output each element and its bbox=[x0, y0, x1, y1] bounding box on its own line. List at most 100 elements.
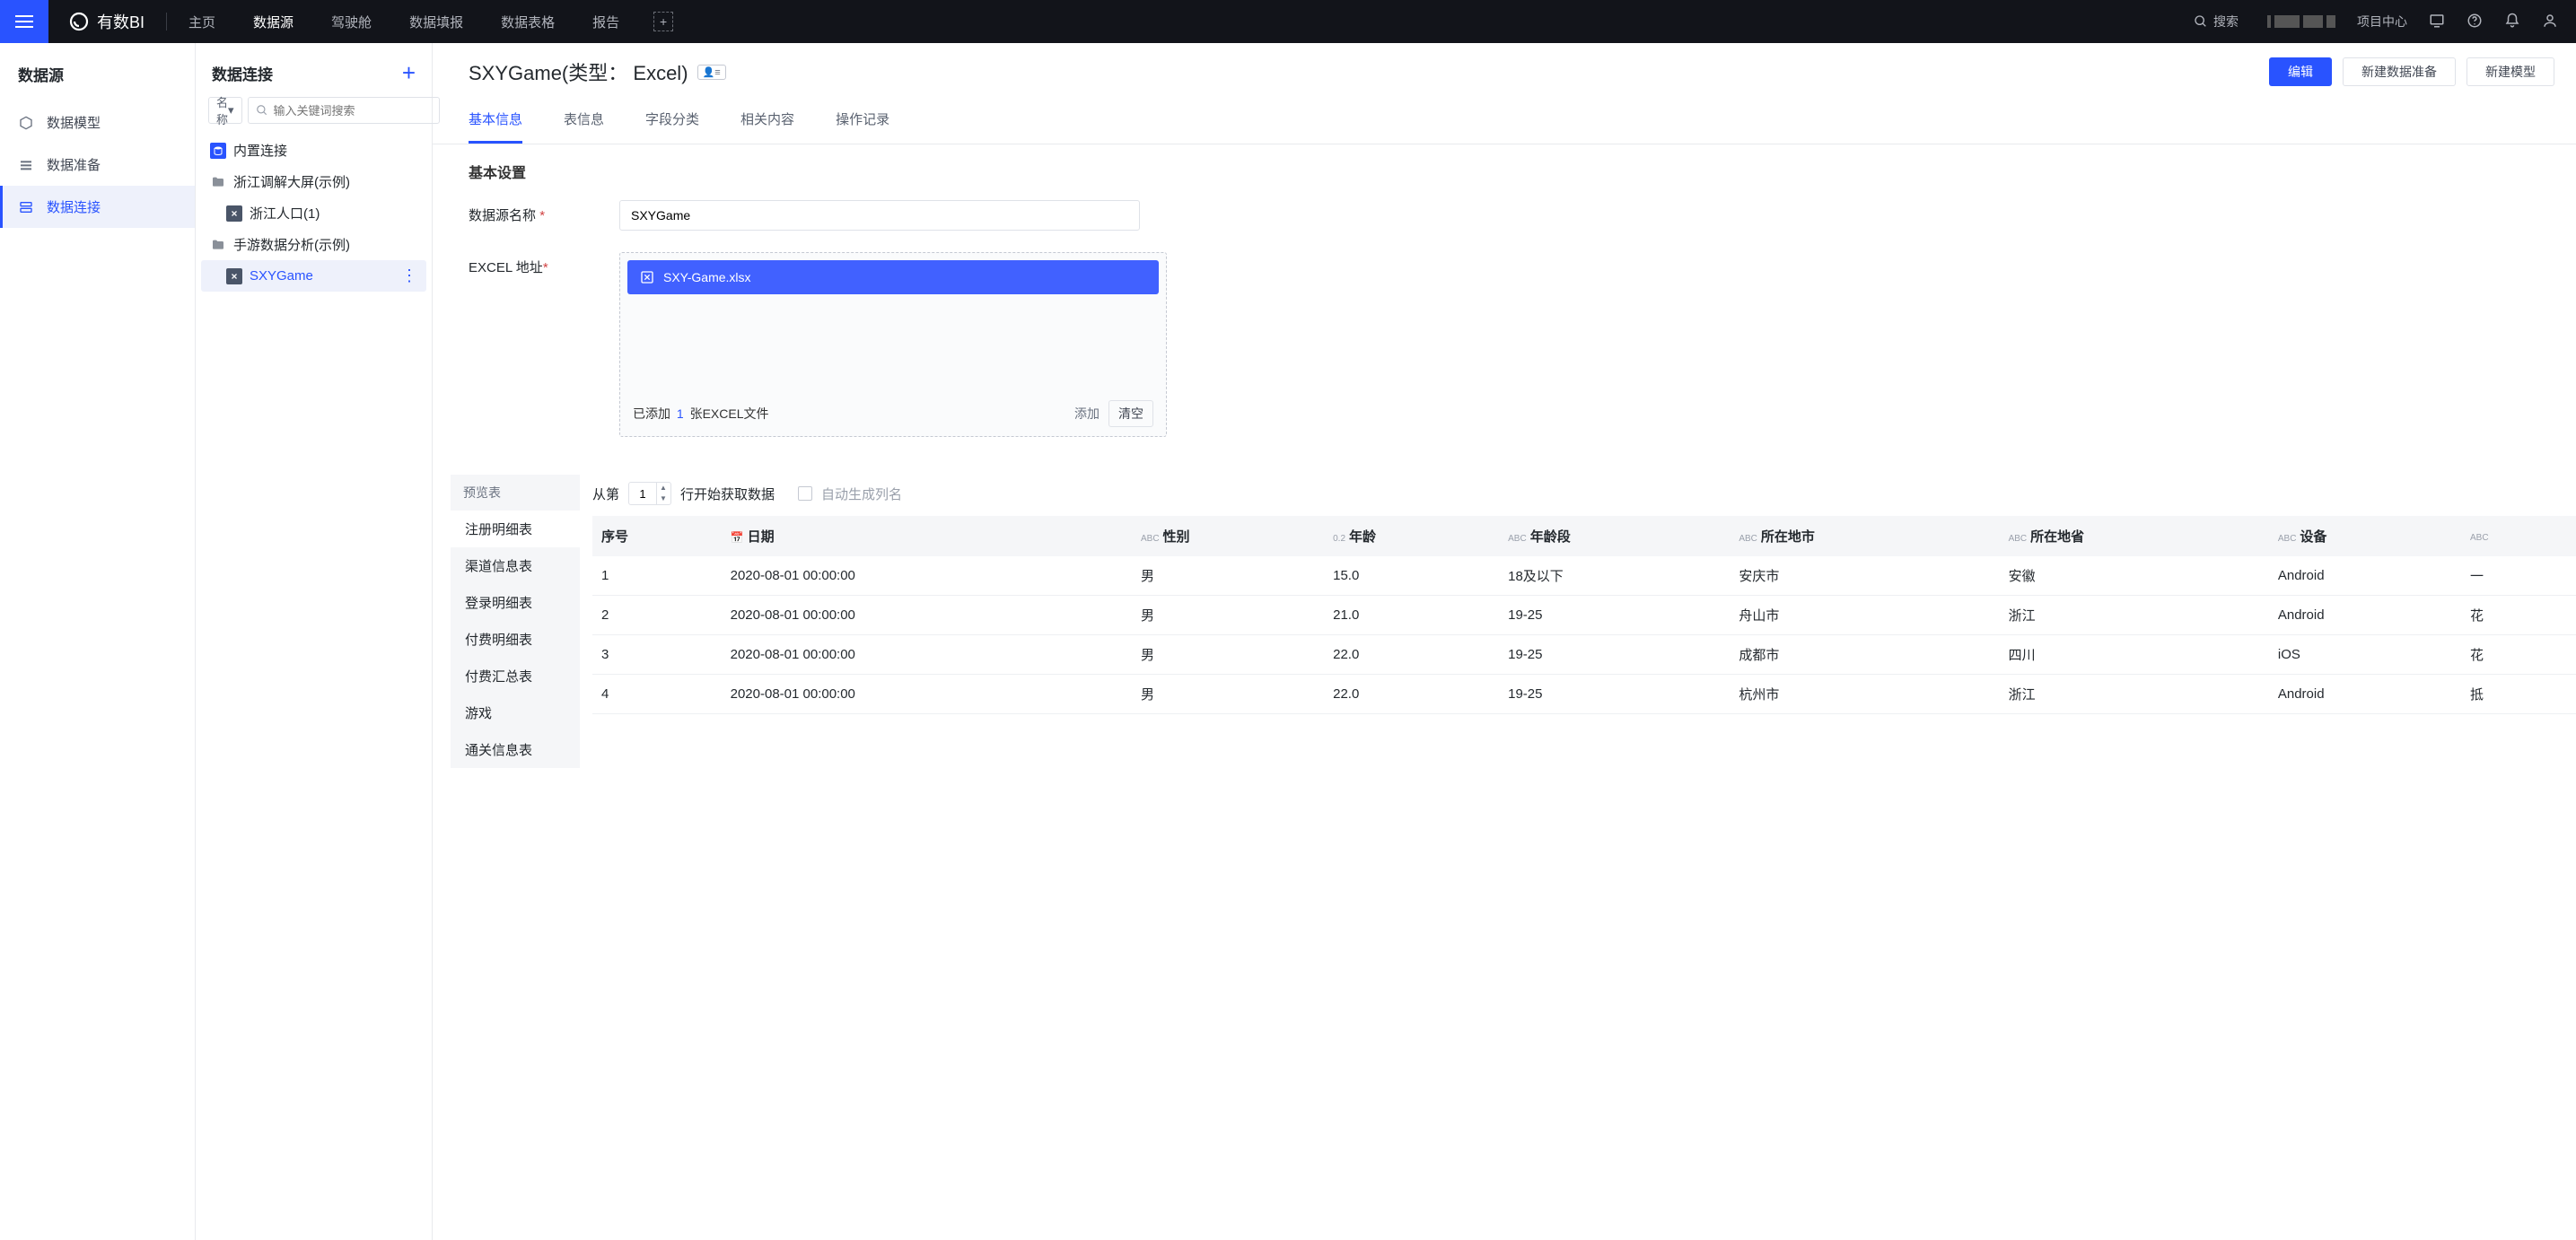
table-cell: 浙江 bbox=[2000, 596, 2269, 635]
sidebar-item-dataprep[interactable]: 数据准备 bbox=[0, 144, 195, 186]
header-buttons: 编辑 新建数据准备 新建模型 bbox=[2269, 57, 2554, 86]
sheet-item-2[interactable]: 登录明细表 bbox=[451, 584, 580, 621]
tab-log[interactable]: 操作记录 bbox=[836, 99, 889, 144]
excel-file-icon bbox=[640, 270, 654, 284]
sidebar2-header: 数据连接 + bbox=[196, 43, 432, 97]
search-row: 名称 ▾ bbox=[196, 97, 432, 135]
table-cell: 2020-08-01 00:00:00 bbox=[722, 635, 1132, 675]
table-cell: 18及以下 bbox=[1499, 556, 1730, 596]
page-title: SXYGame(类型： Excel) 👤≡ bbox=[469, 57, 726, 86]
clear-files-button[interactable]: 清空 bbox=[1108, 400, 1153, 427]
table-cell: 15.0 bbox=[1324, 556, 1499, 596]
autogen-checkbox[interactable] bbox=[798, 486, 812, 501]
search-icon bbox=[2194, 14, 2208, 29]
excel-dropzone[interactable] bbox=[627, 294, 1159, 391]
table-row: 42020-08-01 00:00:00男22.019-25杭州市浙江Andro… bbox=[592, 675, 2576, 714]
search-input-wrap bbox=[248, 97, 440, 124]
preview-area: 预览表 注册明细表 渠道信息表 登录明细表 付费明细表 付费汇总表 游戏 通关信… bbox=[433, 475, 2576, 768]
table-header: ABC所在地省 bbox=[2000, 516, 2269, 556]
new-model-button[interactable]: 新建模型 bbox=[2466, 57, 2554, 86]
filter-select[interactable]: 名称 ▾ bbox=[208, 97, 242, 124]
table-cell: 杭州市 bbox=[1730, 675, 1999, 714]
step-down-icon[interactable]: ▼ bbox=[657, 493, 670, 504]
tree-label: 浙江调解大屏(示例) bbox=[233, 172, 350, 191]
nav-home[interactable]: 主页 bbox=[188, 13, 215, 31]
tree-label: 手游数据分析(示例) bbox=[233, 235, 350, 254]
sheet-item-3[interactable]: 付费明细表 bbox=[451, 621, 580, 658]
start-row-field[interactable] bbox=[629, 487, 656, 501]
help-icon[interactable] bbox=[2466, 13, 2483, 31]
tab-table-info[interactable]: 表信息 bbox=[564, 99, 604, 144]
new-prep-button[interactable]: 新建数据准备 bbox=[2343, 57, 2456, 86]
table-header: 📅日期 bbox=[722, 516, 1132, 556]
step-up-icon[interactable]: ▲ bbox=[657, 483, 670, 493]
bell-icon[interactable] bbox=[2504, 13, 2520, 31]
nav-datasource[interactable]: 数据源 bbox=[253, 13, 294, 31]
excel-label: EXCEL 地址* bbox=[469, 252, 619, 276]
nav-datafill[interactable]: 数据填报 bbox=[409, 13, 463, 31]
preview-main: 从第 ▲▼ 行开始获取数据 自动生成列名 序号📅日期ABC性别0.2年龄ABC年… bbox=[580, 475, 2576, 768]
db-icon bbox=[210, 143, 226, 159]
excel-icon bbox=[226, 205, 242, 222]
search-button[interactable]: 搜索 bbox=[2194, 13, 2239, 31]
tree-item-builtin[interactable]: 内置连接 bbox=[201, 135, 426, 166]
table-cell: 4 bbox=[592, 675, 722, 714]
nav-add-button[interactable]: + bbox=[653, 12, 673, 31]
file-name: SXY-Game.xlsx bbox=[663, 270, 751, 284]
add-connection-button[interactable]: + bbox=[402, 61, 416, 84]
tree-item-folder-zhejiang[interactable]: 浙江调解大屏(示例) bbox=[201, 166, 426, 197]
sheet-item-0[interactable]: 注册明细表 bbox=[451, 511, 580, 547]
preview-sheet-list: 预览表 注册明细表 渠道信息表 登录明细表 付费明细表 付费汇总表 游戏 通关信… bbox=[451, 475, 580, 768]
sheet-item-6[interactable]: 通关信息表 bbox=[451, 731, 580, 768]
tab-basic-info[interactable]: 基本信息 bbox=[469, 99, 522, 144]
add-file-button[interactable]: 添加 bbox=[1074, 405, 1100, 423]
keyword-search-input[interactable] bbox=[274, 104, 432, 118]
more-icon[interactable]: ⋮ bbox=[401, 266, 417, 285]
tab-field-category[interactable]: 字段分类 bbox=[645, 99, 699, 144]
edit-button[interactable]: 编辑 bbox=[2269, 57, 2332, 86]
nav-report[interactable]: 报告 bbox=[592, 13, 619, 31]
table-cell: 男 bbox=[1132, 556, 1324, 596]
nav-cockpit[interactable]: 驾驶舱 bbox=[331, 13, 372, 31]
table-cell: 舟山市 bbox=[1730, 596, 1999, 635]
tree-item-folder-mobile[interactable]: 手游数据分析(示例) bbox=[201, 229, 426, 260]
excel-footer: 已添加 1 张EXCEL文件 添加 清空 bbox=[627, 391, 1159, 429]
sidebar-item-dataconn[interactable]: 数据连接 bbox=[0, 186, 195, 228]
tab-related[interactable]: 相关内容 bbox=[740, 99, 794, 144]
sidebar-item-label: 数据模型 bbox=[47, 113, 101, 132]
preview-controls: 从第 ▲▼ 行开始获取数据 自动生成列名 bbox=[592, 482, 2576, 505]
chevron-down-icon: ▾ bbox=[228, 103, 234, 118]
folder-icon bbox=[210, 174, 226, 190]
nav-datatable[interactable]: 数据表格 bbox=[501, 13, 555, 31]
filter-label: 名称 bbox=[216, 93, 228, 127]
user-icon[interactable] bbox=[2542, 13, 2558, 31]
table-header: ABC bbox=[2461, 516, 2576, 556]
table-row: 32020-08-01 00:00:00男22.019-25成都市四川iOS花 bbox=[592, 635, 2576, 675]
sheet-item-1[interactable]: 渠道信息表 bbox=[451, 547, 580, 584]
search-label: 搜索 bbox=[2213, 13, 2239, 31]
section-title: 基本设置 bbox=[469, 161, 2540, 182]
tree-item-sxygame[interactable]: SXYGame ⋮ bbox=[201, 260, 426, 292]
id-badge-icon: 👤≡ bbox=[697, 65, 726, 80]
sheet-item-4[interactable]: 付费汇总表 bbox=[451, 658, 580, 694]
content-header: SXYGame(类型： Excel) 👤≡ 编辑 新建数据准备 新建模型 bbox=[433, 43, 2576, 99]
datasource-name-input[interactable] bbox=[619, 200, 1140, 231]
table-cell: 2020-08-01 00:00:00 bbox=[722, 556, 1132, 596]
start-row-input[interactable]: ▲▼ bbox=[628, 482, 671, 505]
excel-icon bbox=[226, 268, 242, 284]
table-header: ABC性别 bbox=[1132, 516, 1324, 556]
basic-settings-section: 基本设置 数据源名称 * EXCEL 地址* SXY-Game.xlsx 已添加 bbox=[433, 144, 2576, 475]
file-chip[interactable]: SXY-Game.xlsx bbox=[627, 260, 1159, 294]
tree-item-zhejiang-pop[interactable]: 浙江人口(1) bbox=[201, 197, 426, 229]
sidebar-item-label: 数据连接 bbox=[47, 197, 101, 216]
sheet-item-5[interactable]: 游戏 bbox=[451, 694, 580, 731]
screen-icon[interactable] bbox=[2429, 13, 2445, 31]
table-header: ABC设备 bbox=[2269, 516, 2461, 556]
table-cell: 花 bbox=[2461, 596, 2576, 635]
table-cell: 花 bbox=[2461, 635, 2576, 675]
table-cell: 成都市 bbox=[1730, 635, 1999, 675]
form-row-name: 数据源名称 * bbox=[469, 200, 2540, 231]
sidebar-item-datamodel[interactable]: 数据模型 bbox=[0, 101, 195, 144]
project-center-link[interactable]: 项目中心 bbox=[2357, 13, 2407, 31]
hamburger-button[interactable] bbox=[0, 0, 48, 43]
